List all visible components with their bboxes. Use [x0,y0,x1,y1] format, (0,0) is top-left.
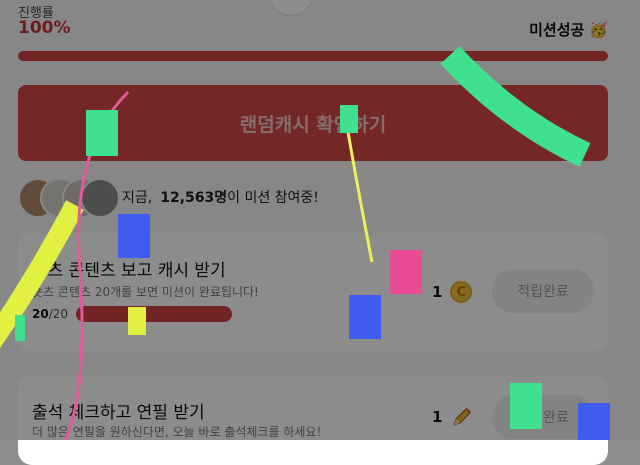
participants-text: 12,563명이 미션 참여중! [160,187,319,207]
mission-progress-done: 20 [32,307,49,321]
mission-subtitle: 더 많은 연필을 원하신다면, 오늘 바로 출석체크를 하세요! [32,425,322,439]
coin-icon: C [450,281,473,303]
participants-count: 12,563명 [160,190,228,206]
mission-card-attendance: 출석 체크하고 연필 받기 더 많은 연필을 원하신다면, 오늘 바로 출석체크… [18,375,608,465]
mission-progress-total: /20 [48,307,69,321]
reward-amount: 1 [432,283,443,301]
progress-value: 100% [18,18,71,38]
party-face-icon: 🥳 [589,20,608,39]
reward-amount: 1 [432,408,443,426]
mission-progress-bar [76,306,232,322]
header-avatar [268,0,314,16]
mission-reward: 1 [432,405,474,429]
mission-success-label: 미션성공 [529,21,585,39]
participants-prefix: 지금, [122,190,153,206]
mission-success-badge: 미션성공 🥳 [529,19,608,40]
mission-title: 숏츠 콘텐츠 보고 캐시 받기 [32,261,226,281]
avatar [80,178,120,218]
progress-bar [18,51,608,61]
participants-row: 지금, 12,563명이 미션 참여중! [18,178,319,218]
progress-bar-fill [18,51,608,61]
participants-suffix: 이 미션 참여중! [227,190,319,206]
mission-page: 진행률 100% 미션성공 🥳 랜덤캐시 확인하기 지금, 12,563명이 미… [0,0,640,465]
pencil-icon [450,405,474,429]
mission-subtitle: 숏츠 콘텐츠 20개를 보면 미션이 완료됩니다! [32,285,259,299]
claim-complete-button[interactable]: 적립완료 [492,269,594,313]
claim-complete-button[interactable]: 적립완료 [492,395,594,439]
mission-reward: 1 C [432,281,473,303]
mission-title: 출석 체크하고 연필 받기 [32,403,205,423]
mission-progress-count: 20/20 [32,307,68,321]
participant-avatars [18,178,120,218]
mission-card-shorts: 숏츠 콘텐츠 보고 캐시 받기 숏츠 콘텐츠 20개를 보면 미션이 완료됩니다… [18,233,608,351]
random-cash-button[interactable]: 랜덤캐시 확인하기 [18,85,608,161]
